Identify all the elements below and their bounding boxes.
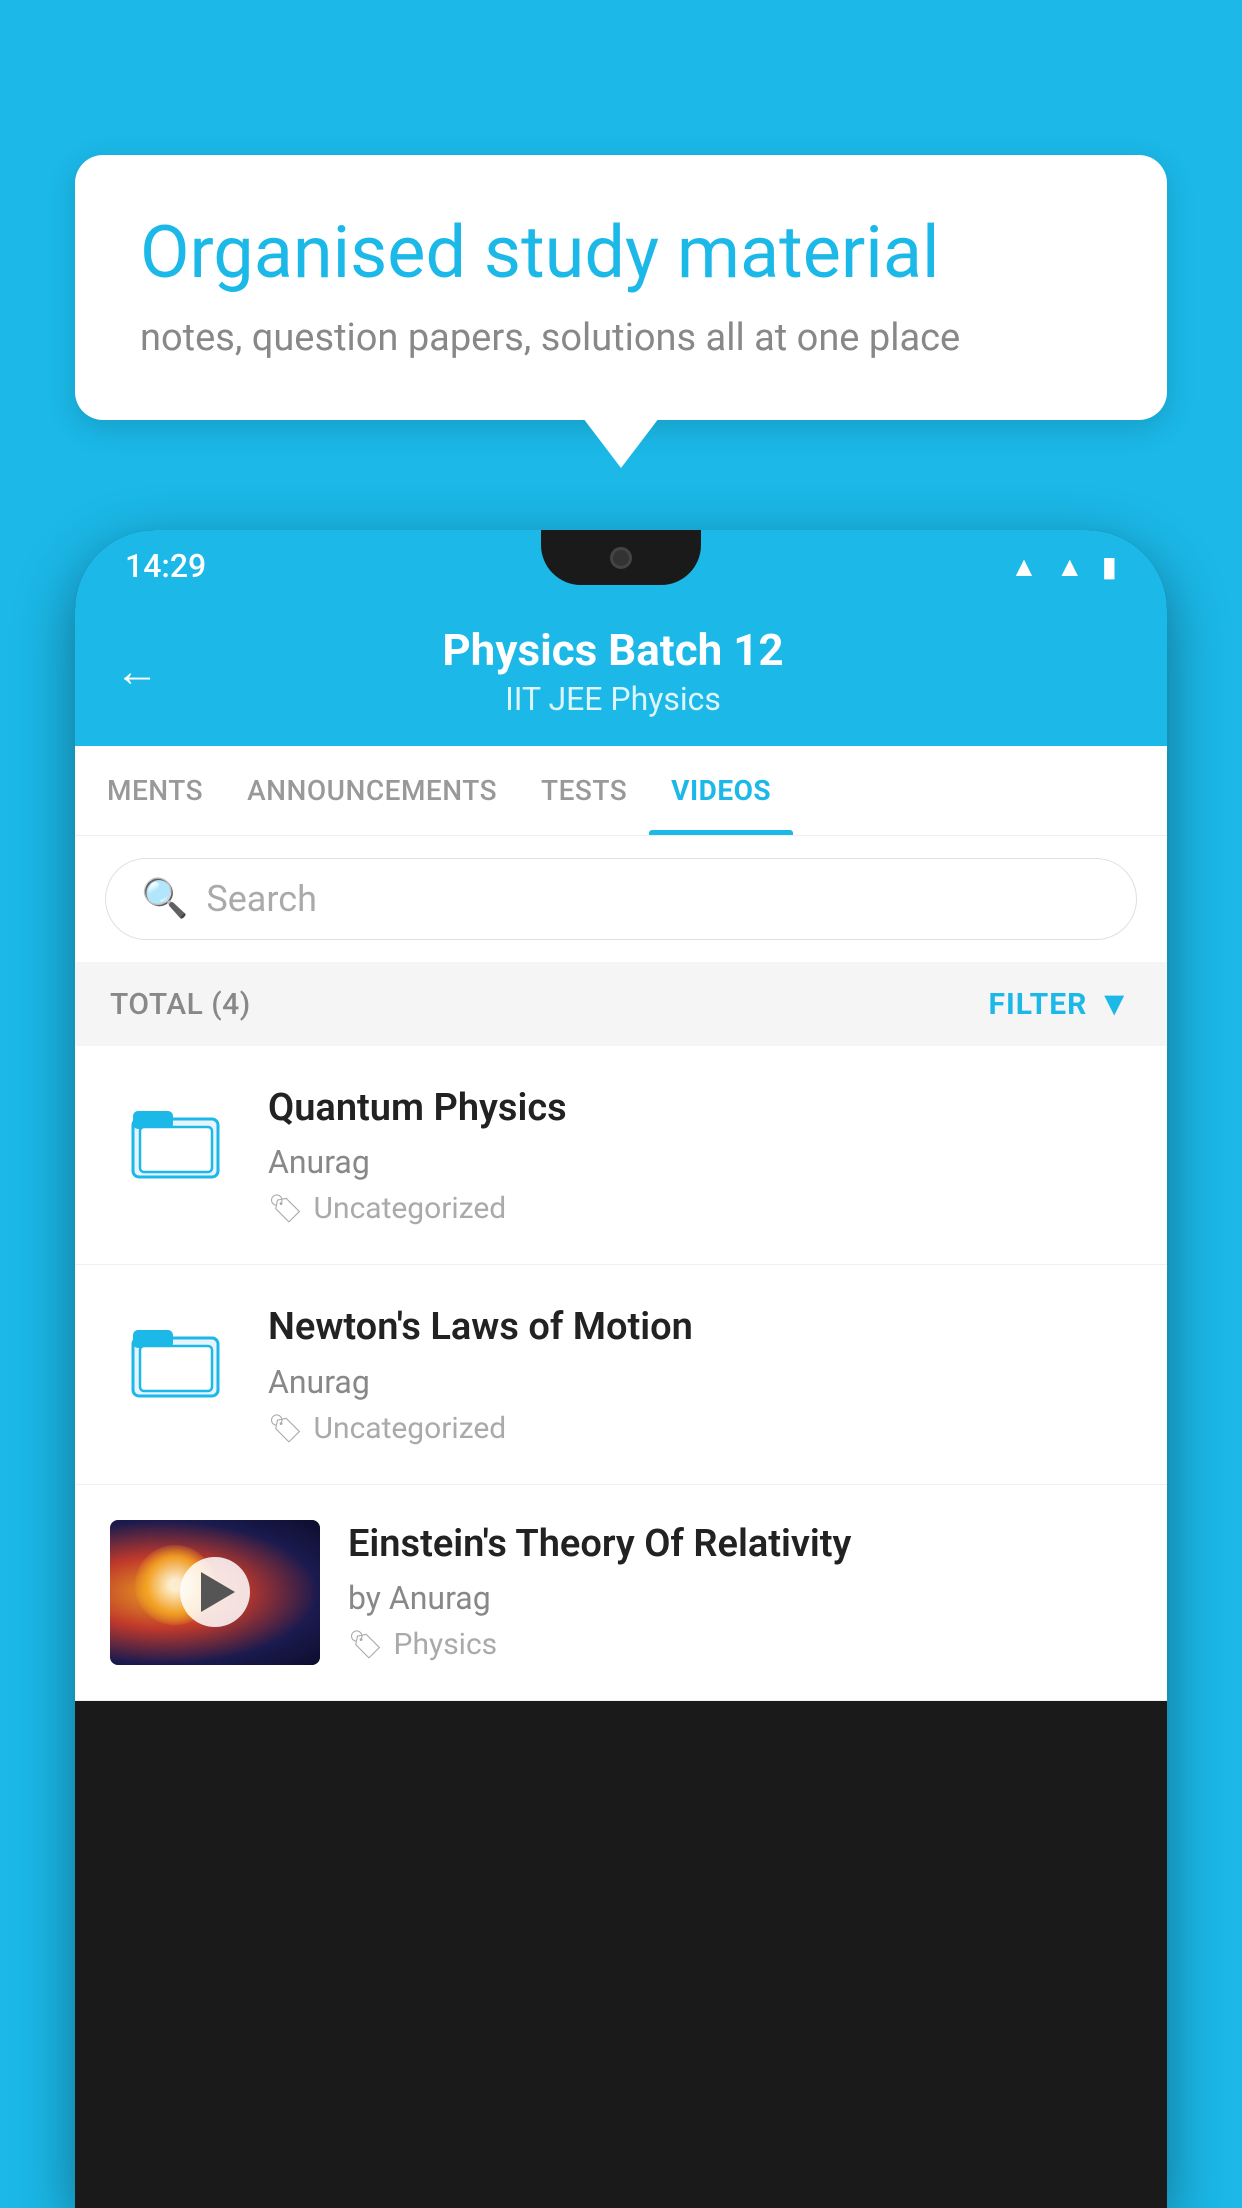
search-container: 🔍 Search <box>75 836 1167 962</box>
top-bar-tags: IIT JEE Physics <box>189 680 1037 718</box>
bubble-subtitle: notes, question papers, solutions all at… <box>140 316 1102 360</box>
tab-videos[interactable]: VIDEOS <box>649 746 793 835</box>
video-folder-icon <box>110 1084 240 1194</box>
video-folder-icon <box>110 1303 240 1413</box>
filter-button[interactable]: FILTER ▼ <box>989 984 1132 1024</box>
category-label-1: Uncategorized <box>314 1191 507 1226</box>
phone-frame: 14:29 ▲ ▲ ▮ ← Physics Batch 12 IIT JEE P… <box>75 530 1167 2208</box>
category-label-3: Physics <box>394 1627 498 1662</box>
tag-icon-3: 🏷 <box>348 1628 384 1661</box>
video-title-2: Newton's Laws of Motion <box>268 1303 1132 1352</box>
total-count: TOTAL (4) <box>110 987 251 1022</box>
filter-row: TOTAL (4) FILTER ▼ <box>75 962 1167 1046</box>
filter-icon: ▼ <box>1097 984 1132 1024</box>
filter-label: FILTER <box>989 987 1088 1022</box>
category-label-2: Uncategorized <box>314 1411 507 1446</box>
top-bar: ← Physics Batch 12 IIT JEE Physics <box>75 602 1167 746</box>
folder-svg-1 <box>128 1097 223 1182</box>
video-author-3: by Anurag <box>348 1579 1132 1617</box>
video-category-2: 🏷 Uncategorized <box>268 1411 1132 1446</box>
status-time: 14:29 <box>125 547 206 585</box>
play-triangle <box>201 1572 235 1612</box>
video-info-2: Newton's Laws of Motion Anurag 🏷 Uncateg… <box>268 1303 1132 1445</box>
phone-notch <box>541 530 701 585</box>
tab-bar: MENTS ANNOUNCEMENTS TESTS VIDEOS <box>75 746 1167 836</box>
video-author-2: Anurag <box>268 1363 1132 1401</box>
video-list: Quantum Physics Anurag 🏷 Uncategorized <box>75 1046 1167 1701</box>
folder-wrapper <box>120 1089 230 1189</box>
signal-icon: ▲ <box>1056 550 1084 583</box>
video-thumbnail-3 <box>110 1520 320 1665</box>
tab-announcements[interactable]: ANNOUNCEMENTS <box>225 746 519 835</box>
camera <box>610 547 632 569</box>
bubble-title: Organised study material <box>140 210 1102 296</box>
top-bar-title: Physics Batch 12 <box>189 624 1037 676</box>
folder-svg-2 <box>128 1316 223 1401</box>
status-icons: ▲ ▲ ▮ <box>1010 550 1117 583</box>
tag-icon-2: 🏷 <box>268 1412 304 1445</box>
back-button[interactable]: ← <box>115 649 159 693</box>
search-icon: 🔍 <box>141 877 188 921</box>
search-input[interactable]: Search <box>206 878 317 920</box>
battery-icon: ▮ <box>1102 550 1117 583</box>
video-info-3: Einstein's Theory Of Relativity by Anura… <box>348 1520 1132 1662</box>
list-item[interactable]: Newton's Laws of Motion Anurag 🏷 Uncateg… <box>75 1265 1167 1484</box>
video-author-1: Anurag <box>268 1143 1132 1181</box>
tab-tests[interactable]: TESTS <box>519 746 649 835</box>
play-button-3[interactable] <box>180 1557 250 1627</box>
tag-icon-1: 🏷 <box>268 1192 304 1225</box>
list-item[interactable]: Einstein's Theory Of Relativity by Anura… <box>75 1485 1167 1701</box>
video-title-3: Einstein's Theory Of Relativity <box>348 1520 1132 1569</box>
wifi-icon: ▲ <box>1010 550 1038 583</box>
speech-bubble: Organised study material notes, question… <box>75 155 1167 420</box>
list-item[interactable]: Quantum Physics Anurag 🏷 Uncategorized <box>75 1046 1167 1265</box>
top-bar-title-group: Physics Batch 12 IIT JEE Physics <box>189 624 1037 718</box>
video-category-3: 🏷 Physics <box>348 1627 1132 1662</box>
folder-wrapper <box>120 1308 230 1408</box>
video-category-1: 🏷 Uncategorized <box>268 1191 1132 1226</box>
video-info-1: Quantum Physics Anurag 🏷 Uncategorized <box>268 1084 1132 1226</box>
search-bar[interactable]: 🔍 Search <box>105 858 1137 940</box>
video-title-1: Quantum Physics <box>268 1084 1132 1133</box>
tab-ments[interactable]: MENTS <box>85 746 225 835</box>
